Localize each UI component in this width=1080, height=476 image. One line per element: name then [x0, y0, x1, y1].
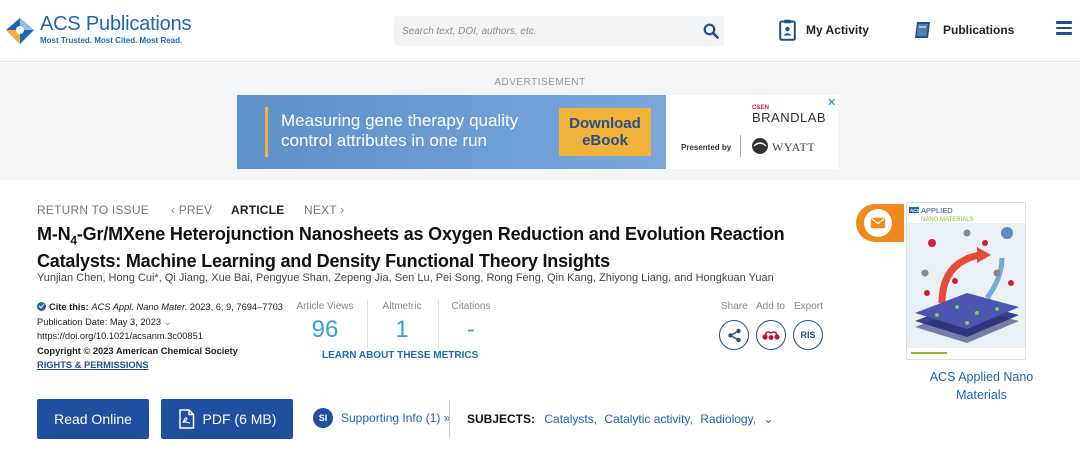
acs-hexagon-logo-icon	[6, 18, 34, 44]
ad-label: ADVERTISEMENT	[494, 77, 586, 88]
search-icon[interactable]	[703, 23, 719, 39]
read-online-label: Read Online	[54, 411, 132, 427]
share-label: Share	[721, 301, 748, 312]
export-ris-button[interactable]: RIS	[793, 320, 823, 350]
altmetric-label: Altmetric	[382, 301, 422, 312]
journal-name-link[interactable]: ACS Applied Nano Materials	[909, 368, 1054, 404]
chevron-down-icon: ⌄	[163, 316, 172, 327]
cover-applied-text: APPLIED	[921, 206, 953, 215]
ad-download-button[interactable]: Download eBook	[559, 108, 651, 156]
export-label: Export	[794, 301, 823, 312]
article-title: M-N4-Gr/MXene Heterojunction Nanosheets …	[37, 224, 797, 271]
next-article-link[interactable]: NEXT ›	[304, 203, 344, 217]
logo-title: ACS Publications	[40, 13, 192, 35]
citations-label: Citations	[451, 301, 491, 312]
subject-catalytic-activity[interactable]: Catalytic activity	[604, 412, 689, 426]
cite-line: Cite this: ACS Appl. Nano Mater. 2023, 6…	[37, 300, 287, 315]
altmetric-value[interactable]: 1	[378, 316, 426, 344]
si-badge-icon: SI	[313, 408, 333, 428]
rights-permissions-link[interactable]: RIGHTS & PERMISSIONS	[37, 360, 149, 370]
acs-logo[interactable]: ACS Publications Most Trusted. Most Cite…	[4, 12, 192, 50]
metric-divider	[367, 300, 368, 348]
ris-label: RIS	[800, 330, 816, 340]
title-part-2: -Gr/MXene Heterojunction Nanosheets as O…	[37, 224, 785, 271]
learn-about-metrics-link[interactable]: LEARN ABOUT THESE METRICS	[322, 350, 478, 361]
citation-block: Cite this: ACS Appl. Nano Mater. 2023, 6…	[37, 300, 287, 373]
chevron-down-icon[interactable]: ⌄	[763, 412, 773, 426]
menu-icon[interactable]	[1056, 21, 1072, 35]
publications-label: Publications	[943, 23, 1015, 37]
mail-circle	[864, 209, 892, 237]
publications-link[interactable]: Publications	[913, 18, 1014, 42]
my-activity-link[interactable]: My Activity	[779, 18, 869, 42]
cover-acs-text: ACS	[910, 208, 920, 213]
publication-date-text: Publication Date: May 3, 2023	[37, 316, 162, 327]
metric-divider	[438, 300, 439, 348]
ad-sponsor-logo: WYATT	[751, 137, 815, 155]
ad-headline: Measuring gene therapy quality control a…	[281, 111, 519, 150]
clipboard-icon	[779, 19, 796, 41]
subject-catalysts[interactable]: Catalysts	[544, 412, 593, 426]
ad-banner[interactable]: Measuring gene therapy quality control a…	[237, 95, 838, 169]
mendeley-icon	[762, 331, 780, 340]
copyright-text: Copyright © 2023 American Chemical Socie…	[37, 345, 238, 356]
subjects-label: SUBJECTS:	[467, 412, 536, 426]
cover-nano-text: NANO MATERIALS	[921, 217, 974, 223]
article-views-value: 96	[311, 316, 339, 343]
doi-link[interactable]: https://doi.org/10.1021/acsanm.3c00851	[37, 329, 287, 344]
search-box	[394, 16, 724, 46]
cite-label: Cite this:	[49, 302, 89, 312]
search-input[interactable]	[402, 20, 682, 42]
book-icon	[915, 22, 930, 38]
ad-close-icon[interactable]: ✕	[827, 96, 836, 109]
subjects-list: SUBJECTS: Catalysts, Catalytic activity,…	[467, 412, 774, 426]
citations-value: -	[467, 316, 475, 343]
cite-journal: ACS Appl. Nano Mater.	[91, 302, 188, 312]
email-alert-tab[interactable]	[856, 204, 904, 242]
check-circle-icon	[37, 302, 46, 311]
subjects-divider	[449, 400, 450, 438]
prev-article-link[interactable]: ‹ PREV	[171, 203, 212, 217]
site-header: ACS Publications Most Trusted. Most Cite…	[0, 0, 1080, 62]
share-icon	[727, 328, 741, 342]
subject-radiology[interactable]: Radiology	[700, 412, 752, 426]
title-part-1: M-N	[37, 224, 71, 244]
share-button[interactable]	[719, 320, 749, 350]
ad-brandlab-logo: BRANDLAB	[752, 110, 827, 125]
return-to-issue-link[interactable]: RETURN TO ISSUE	[37, 203, 149, 217]
author-list[interactable]: Yunjian Chen, Hong Cui*, Qi Jiang, Xue B…	[37, 272, 774, 284]
envelope-icon	[870, 217, 886, 229]
ad-sponsor-name: WYATT	[772, 140, 816, 154]
pdf-file-icon	[178, 409, 194, 429]
ad-accent-bar	[265, 107, 268, 157]
current-article-label: ARTICLE	[231, 203, 285, 217]
add-to-label: Add to	[756, 301, 785, 312]
journal-cover-image[interactable]: ACS APPLIED NANO MATERIALS	[906, 202, 1026, 360]
advertisement-band: ADVERTISEMENT Measuring gene therapy qua…	[0, 63, 1080, 180]
journal-cover-art: ACS APPLIED NANO MATERIALS	[907, 203, 1025, 359]
wyatt-logo-icon	[752, 138, 768, 154]
supporting-info-label: Supporting Info (1) »	[341, 411, 451, 425]
pdf-label: PDF (6 MB)	[202, 411, 277, 427]
article-views-label: Article Views	[296, 301, 354, 312]
ad-divider	[740, 135, 741, 157]
read-online-button[interactable]: Read Online	[37, 399, 149, 439]
ad-presented-by: Presented by	[681, 143, 732, 152]
pdf-download-button[interactable]: PDF (6 MB)	[161, 399, 293, 439]
supporting-info-link[interactable]: SI Supporting Info (1) »	[313, 408, 450, 428]
logo-tagline: Most Trusted. Most Cited. Most Read.	[40, 36, 183, 45]
publication-date[interactable]: Publication Date: May 3, 2023 ⌄	[37, 315, 287, 330]
add-to-button[interactable]	[756, 320, 786, 350]
my-activity-label: My Activity	[806, 23, 869, 37]
cite-reference: 2023, 6, 9, 7694–7703	[189, 302, 283, 312]
